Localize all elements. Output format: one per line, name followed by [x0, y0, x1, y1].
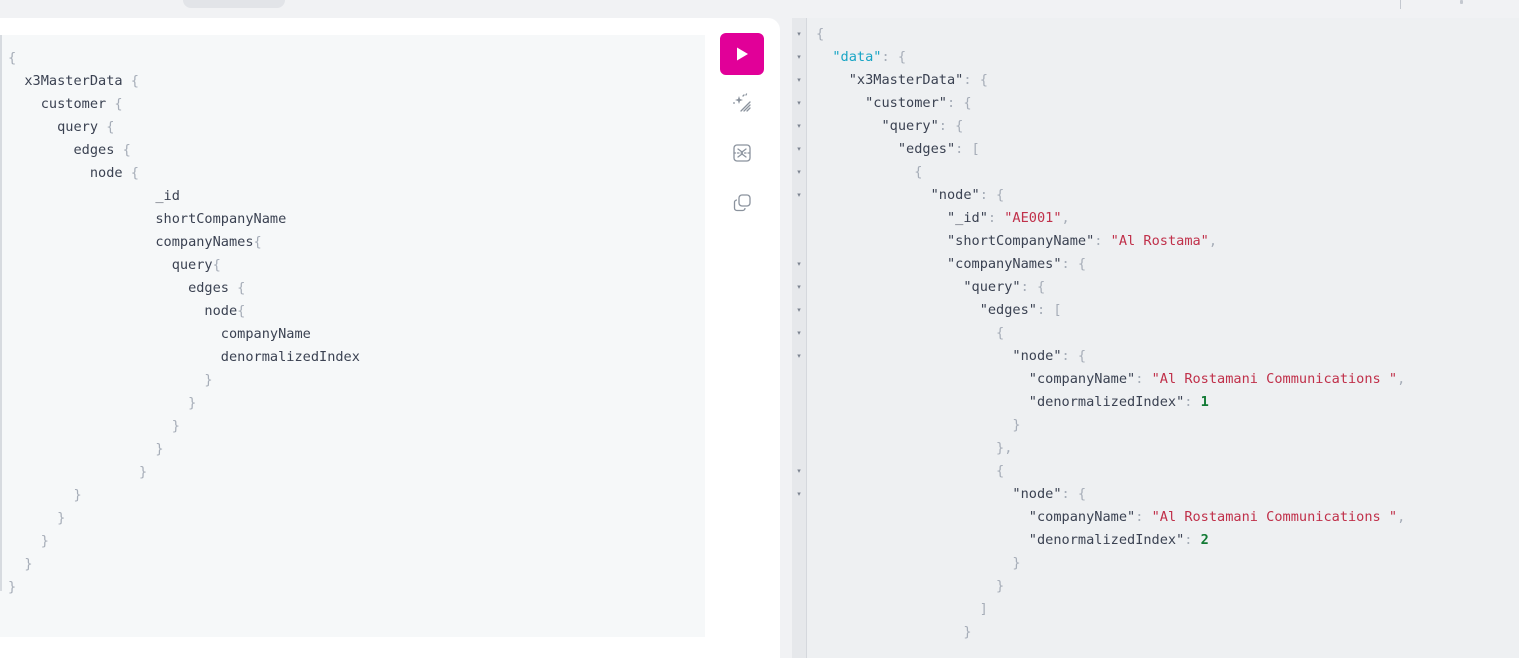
query-line: }	[57, 510, 66, 526]
result-line: }	[816, 624, 972, 640]
result-line: {	[816, 26, 825, 42]
result-line: "query": {	[963, 279, 1046, 295]
fold-arrow[interactable]: ▾	[795, 115, 803, 138]
query-line: query{	[171, 257, 221, 273]
query-line: }	[40, 533, 49, 549]
fold-arrow[interactable]: ▾	[795, 460, 803, 483]
magic-wand-icon	[733, 93, 751, 112]
query-line: query {	[57, 119, 115, 135]
query-line: {	[8, 50, 17, 66]
query-line: edges {	[73, 142, 131, 158]
result-line: ]	[816, 601, 988, 617]
query-line: }	[204, 372, 213, 388]
copy-query-button[interactable]	[728, 189, 756, 217]
top-bar	[0, 0, 1519, 18]
fold-arrow[interactable]: ▾	[795, 161, 803, 184]
result-line: "companyName": "Al Rostamani Communicati…	[1028, 371, 1406, 387]
fold-arrow[interactable]: ▾	[795, 138, 803, 161]
query-line: }	[171, 418, 180, 434]
result-line: "edges": [	[979, 302, 1062, 318]
query-line: }	[24, 556, 33, 572]
result-line: }	[816, 555, 1021, 571]
result-line: "query": {	[881, 118, 964, 134]
fold-arrow[interactable]: ▾	[795, 253, 803, 276]
result-line: "customer": {	[865, 95, 972, 111]
play-icon	[737, 47, 748, 61]
query-line: companyName	[220, 326, 311, 342]
query-line: edges {	[188, 280, 246, 296]
result-line: "edges": [	[897, 141, 980, 157]
fold-arrow[interactable]: ▾	[795, 299, 803, 322]
query-editor-pane: { x3MasterData { customer { query { edge…	[0, 18, 780, 658]
query-line: shortCompanyName	[155, 211, 287, 227]
result-line: "companyName": "Al Rostamani Communicati…	[1028, 509, 1406, 525]
query-line: companyNames{	[155, 234, 262, 250]
query-line: customer {	[40, 96, 123, 112]
fold-arrow[interactable]: ▾	[795, 23, 803, 46]
run-query-button[interactable]	[720, 33, 764, 75]
query-line: x3MasterData {	[24, 73, 139, 89]
result-line: }	[816, 578, 1005, 594]
top-handle	[1460, 0, 1463, 4]
result-line: {	[816, 463, 1005, 479]
result-line: "denormalizedIndex": 1	[1028, 394, 1209, 410]
query-line: _id	[155, 188, 180, 204]
fold-gutter-border	[806, 18, 807, 658]
fold-arrow[interactable]: ▾	[795, 345, 803, 368]
result-line: "node": {	[1012, 348, 1087, 364]
fold-arrow[interactable]: ▾	[795, 69, 803, 92]
result-line: {	[816, 325, 1005, 341]
result-line: }	[816, 417, 1021, 433]
merge-fragments-button[interactable]	[728, 139, 756, 167]
result-line: {	[816, 164, 923, 180]
result-line: "shortCompanyName": "Al Rostama",	[946, 233, 1218, 249]
result-line: },	[816, 440, 1013, 456]
result-line: "node": {	[1012, 486, 1087, 502]
result-line: "_id": "AE001",	[946, 210, 1070, 226]
result-viewer[interactable]: ▾ ▾ ▾ ▾ ▾ ▾ ▾ ▾ ▾ ▾ ▾ ▾ ▾ ▾ ▾ { "data": { "x3MasterDat…	[792, 18, 1519, 658]
fold-arrow[interactable]: ▾	[795, 46, 803, 69]
query-line: }	[188, 395, 197, 411]
result-line: "companyNames": {	[946, 256, 1087, 272]
top-divider	[1400, 0, 1401, 9]
session-tab[interactable]	[183, 0, 285, 8]
fold-arrow[interactable]: ▾	[795, 322, 803, 345]
query-line: }	[138, 464, 148, 480]
result-line: "node": {	[930, 187, 1005, 203]
query-line: node{	[204, 303, 246, 319]
query-line: }	[155, 441, 164, 457]
query-editor[interactable]: { x3MasterData { customer { query { edge…	[0, 35, 705, 637]
merge-icon	[733, 144, 751, 162]
query-line: denormalizedIndex	[220, 349, 360, 365]
fold-arrow[interactable]: ▾	[795, 276, 803, 299]
query-line: }	[8, 579, 17, 595]
result-line: "denormalizedIndex": 2	[1028, 532, 1209, 548]
query-line: node {	[89, 165, 139, 181]
fold-arrow[interactable]: ▾	[795, 92, 803, 115]
query-line: }	[73, 487, 82, 503]
fold-arrow[interactable]: ▾	[795, 483, 803, 506]
prettify-button[interactable]	[728, 89, 756, 117]
editor-gutter	[0, 35, 2, 591]
copy-icon	[733, 194, 751, 212]
fold-arrow[interactable]: ▾	[795, 184, 803, 207]
result-line: "x3MasterData": {	[848, 72, 988, 88]
result-line: "data": {	[832, 49, 907, 65]
